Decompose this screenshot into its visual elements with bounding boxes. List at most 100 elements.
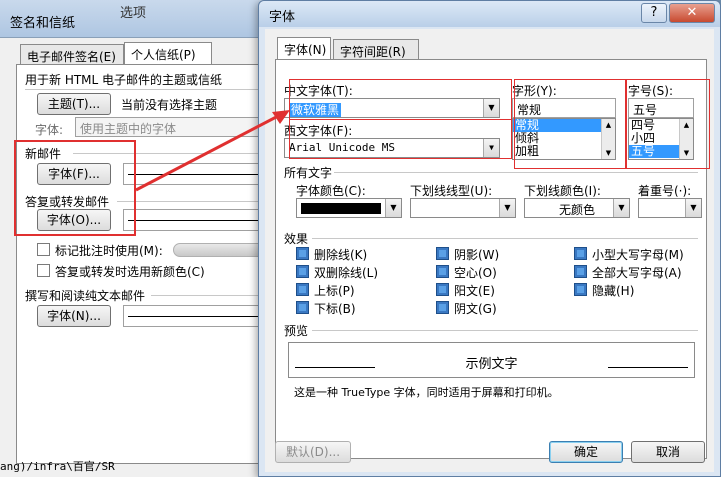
hidden-label: 隐藏(H) <box>592 284 635 298</box>
reply-font-preview <box>123 209 273 231</box>
preview-sample-text: 示例文字 <box>465 357 518 372</box>
divider <box>151 295 275 296</box>
chevron-down-icon[interactable]: ▼ <box>685 199 701 217</box>
mark-comments-checkbox[interactable] <box>37 243 50 256</box>
plain-text-label: 撰写和阅读纯文本邮件 <box>25 289 146 303</box>
style-input[interactable]: 常规 <box>512 98 616 118</box>
chinese-font-label: 中文字体(T): <box>284 84 353 98</box>
default-button[interactable]: 默认(D)... <box>275 441 351 463</box>
plain-text-font-button[interactable]: 字体(N)... <box>37 305 111 327</box>
plain-text-font-button-label: 字体(N)... <box>47 309 101 323</box>
chevron-down-icon[interactable]: ▼ <box>385 199 401 217</box>
tab-font-label: 字体(N) <box>284 43 327 57</box>
divider <box>73 153 275 154</box>
close-icon[interactable]: ✕ <box>669 3 715 23</box>
font-dialog-title: 字体 <box>269 10 296 25</box>
new-mail-font-preview <box>123 163 273 185</box>
engrave-checkbox[interactable] <box>436 301 449 314</box>
list-item[interactable]: 加粗 <box>513 145 615 158</box>
underline-style-combo[interactable]: ▼ <box>410 198 516 218</box>
all-text-label: 所有文字 <box>284 166 333 180</box>
outline-label: 空心(O) <box>454 266 497 280</box>
emboss-checkbox[interactable] <box>436 283 449 296</box>
theme-font-field: 使用主题中的字体 <box>75 117 275 137</box>
underline-color-combo[interactable]: 无颜色 ▼ <box>524 198 630 218</box>
size-label: 字号(S): <box>628 84 674 98</box>
truetype-note: 这是一种 TrueType 字体，同时适用于屏幕和打印机。 <box>294 386 559 399</box>
style-list[interactable]: 常规 倾斜 加粗 ▲ ▼ <box>512 118 616 160</box>
all-caps-checkbox[interactable] <box>574 265 587 278</box>
tab-character-spacing[interactable]: 字符间距(R) <box>333 39 419 61</box>
help-icon[interactable]: ? <box>641 3 667 23</box>
strikethrough-label: 删除线(K) <box>314 248 368 262</box>
scroll-up-icon[interactable]: ▲ <box>602 119 615 131</box>
double-strikethrough-label: 双删除线(L) <box>314 266 379 280</box>
scroll-down-icon[interactable]: ▼ <box>602 147 615 159</box>
new-mail-font-button-label: 字体(F)... <box>48 167 100 181</box>
effects-label: 效果 <box>284 232 309 246</box>
style-list-scrollbar[interactable]: ▲ ▼ <box>601 119 615 159</box>
tab-font[interactable]: 字体(N) <box>277 37 331 61</box>
small-caps-label: 小型大写字母(M) <box>592 248 684 262</box>
tab-personal-stationery[interactable]: 个人信纸(P) <box>124 42 212 66</box>
subscript-label: 下标(B) <box>314 302 356 316</box>
all-caps-label: 全部大写字母(A) <box>592 266 682 280</box>
chinese-font-combo[interactable]: 微软雅黑 ▼ <box>284 98 500 118</box>
font-dialog-titlebar: 字体 ? ✕ <box>259 1 720 27</box>
underline-style-label: 下划线线型(U): <box>410 184 493 198</box>
divider <box>334 172 698 173</box>
subscript-checkbox[interactable] <box>296 301 309 314</box>
emphasis-combo[interactable]: ▼ <box>638 198 702 218</box>
size-list[interactable]: 四号 小四 五号 ▲ ▼ <box>628 118 694 160</box>
tab-personal-stationery-label: 个人信纸(P) <box>131 48 196 62</box>
cancel-button[interactable]: 取消 <box>631 441 705 463</box>
double-strikethrough-checkbox[interactable] <box>296 265 309 278</box>
chevron-down-icon[interactable]: ▼ <box>613 199 629 217</box>
theme-button-label: 主题(T)... <box>47 97 101 111</box>
tab-email-signature[interactable]: 电子邮件签名(E) <box>20 44 124 66</box>
scroll-down-icon[interactable]: ▼ <box>680 147 693 159</box>
scroll-up-icon[interactable]: ▲ <box>680 119 693 131</box>
small-caps-checkbox[interactable] <box>574 247 587 260</box>
close-icon-glyph: ✕ <box>686 5 698 20</box>
baidu-watermark: Bai度 经验 <box>560 394 673 419</box>
western-font-value: Arial Unicode MS <box>289 141 395 154</box>
font-color-combo[interactable]: ▼ <box>296 198 402 218</box>
chevron-down-icon[interactable]: ▼ <box>483 139 499 157</box>
options-window-title: 选项 <box>120 6 147 21</box>
ok-button-label: 确定 <box>573 445 598 459</box>
reply-color-checkbox[interactable] <box>37 264 50 277</box>
chevron-down-icon[interactable]: ▼ <box>483 99 499 117</box>
chevron-down-icon[interactable]: ▼ <box>499 199 515 217</box>
shadow-checkbox[interactable] <box>436 247 449 260</box>
emphasis-label: 着重号(·): <box>638 184 692 198</box>
background-path-text: ang)/infra\百官/SR <box>0 460 115 473</box>
hidden-checkbox[interactable] <box>574 283 587 296</box>
divider <box>25 89 275 90</box>
reply-color-label: 答复或转发时选用新颜色(C) <box>55 265 205 279</box>
western-font-combo[interactable]: Arial Unicode MS ▼ <box>284 138 500 158</box>
superscript-checkbox[interactable] <box>296 283 309 296</box>
shadow-label: 阴影(W) <box>454 248 500 262</box>
font-label: 字体: <box>35 123 64 137</box>
plain-text-font-preview <box>123 305 273 327</box>
new-mail-font-button[interactable]: 字体(F)... <box>37 163 111 185</box>
new-mail-label: 新邮件 <box>25 147 62 161</box>
theme-button[interactable]: 主题(T)... <box>37 93 111 115</box>
no-theme-text: 当前没有选择主题 <box>121 98 218 112</box>
default-button-label: 默认(D)... <box>285 445 341 459</box>
theme-group-label: 用于新 HTML 电子邮件的主题或信纸 <box>25 73 223 87</box>
outline-checkbox[interactable] <box>436 265 449 278</box>
strikethrough-checkbox[interactable] <box>296 247 309 260</box>
emboss-label: 阳文(E) <box>454 284 495 298</box>
size-input[interactable]: 五号 <box>628 98 694 118</box>
preview-label: 预览 <box>284 324 309 338</box>
font-color-swatch <box>301 203 381 214</box>
reply-label: 答复或转发邮件 <box>25 195 110 209</box>
reply-font-button[interactable]: 字体(O)... <box>37 209 111 231</box>
ok-button[interactable]: 确定 <box>549 441 623 463</box>
size-list-scrollbar[interactable]: ▲ ▼ <box>679 119 693 159</box>
western-font-label: 西文字体(F): <box>284 124 353 138</box>
chinese-font-value: 微软雅黑 <box>289 103 342 117</box>
tab-character-spacing-label: 字符间距(R) <box>340 45 406 59</box>
